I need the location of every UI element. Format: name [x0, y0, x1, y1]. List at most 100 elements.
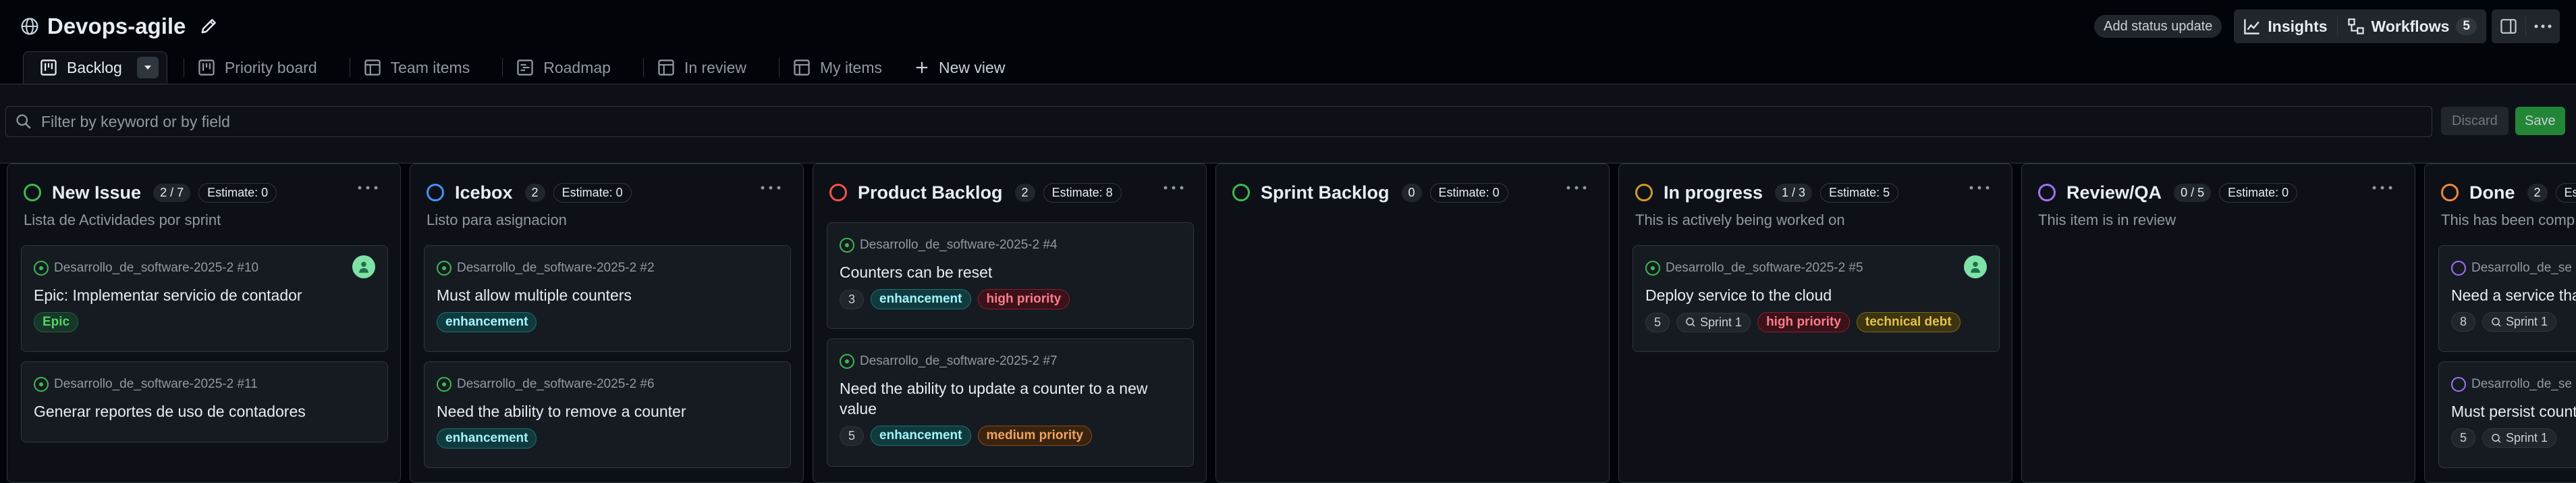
sprint-pill[interactable]: Sprint 1 [2482, 428, 2557, 448]
kebab-horizontal-icon[interactable] [2370, 183, 2394, 193]
column-estimate: Estimate: 0 [198, 182, 277, 203]
card-title[interactable]: Deploy service to the cloud [1645, 285, 1987, 305]
column-name: Review/QA [2066, 182, 2162, 203]
label-enhancement[interactable]: enhancement [871, 289, 971, 309]
card-repo: Desarrollo_de_software-2025-2 #5 [1645, 261, 1987, 276]
save-button[interactable]: Save [2515, 107, 2565, 135]
column-name: New Issue [52, 182, 142, 203]
kebab-horizontal-icon[interactable] [1161, 183, 1186, 193]
add-status-update-button[interactable]: Add status update [2094, 15, 2222, 38]
kebab-horizontal-icon[interactable] [1967, 183, 1992, 193]
label-enhancement[interactable]: enhancement [437, 428, 537, 449]
card-labels: 5 enhancement medium priority [840, 426, 1181, 446]
separator [642, 58, 644, 77]
sprint-pill[interactable]: Sprint 1 [1676, 312, 1751, 332]
avatar[interactable] [352, 255, 375, 278]
insights-workflows-group: Insights Workflows 5 [2234, 9, 2486, 43]
more-options-button[interactable] [2526, 9, 2560, 43]
column-header: Sprint Backlog 0 Estimate: 0 [1232, 179, 1508, 206]
new-view-button[interactable]: New view [898, 51, 1021, 84]
status-dot-icon [829, 184, 847, 201]
graph-icon [2244, 19, 2260, 34]
card-title[interactable]: Need a service that [2451, 285, 2576, 305]
kebab-horizontal-icon[interactable] [759, 183, 783, 193]
tab-label: Roadmap [543, 58, 611, 76]
issue-card[interactable]: Desarrollo_de_software-2025-2 #6 Need th… [424, 361, 791, 468]
card-title[interactable]: Need the ability to update a counter to … [840, 378, 1181, 419]
issue-open-icon [34, 377, 49, 392]
sprint-label: Sprint 1 [1700, 315, 1743, 329]
status-dot-icon [1635, 184, 1653, 201]
issue-card[interactable]: Desarrollo_de_software-2025-2 #4 Counter… [827, 222, 1194, 329]
card-repo-text: Desarrollo_de_software-2025-2 #2 [457, 261, 655, 275]
column-count: 0 [1401, 183, 1422, 202]
label-enhancement[interactable]: enhancement [871, 426, 971, 446]
estimate-pill: 8 [2451, 312, 2476, 332]
sprint-label: Sprint 1 [2506, 315, 2548, 328]
issue-card[interactable]: Desarrollo_de_software-2025-2 #10 Epic: … [21, 245, 388, 352]
label-high-priority[interactable]: high priority [1757, 312, 1850, 332]
side-panel-button[interactable] [2492, 9, 2525, 43]
card-title[interactable]: Epic: Implementar servicio de contador [34, 285, 375, 305]
tab-team-items[interactable]: Team items [333, 51, 487, 84]
status-dot-icon [24, 184, 41, 201]
triangle-down-icon [144, 66, 151, 70]
issue-card[interactable]: Desarrollo_de_se Need a service that 8 S… [2438, 245, 2576, 352]
card-repo-text: Desarrollo_de_software-2025-2 #4 [860, 238, 1058, 252]
tab-priority-board[interactable]: Priority board [167, 51, 333, 84]
issue-card[interactable]: Desarrollo_de_software-2025-2 #11 Genera… [21, 361, 388, 442]
label-epic[interactable]: Epic [34, 312, 79, 332]
workflows-button[interactable]: Workflows 5 [2338, 9, 2486, 43]
column-count: 0 / 5 [2174, 183, 2212, 202]
card-title[interactable]: Need the ability to remove a counter [437, 401, 778, 422]
label-enhancement[interactable]: enhancement [437, 312, 537, 332]
issue-card[interactable]: Desarrollo_de_software-2025-2 #5 Deploy … [1633, 245, 2000, 352]
column-review-qa: Review/QA 0 / 5 Estimate: 0 This item is… [2021, 163, 2415, 483]
column-estimate: Estimate: 0 [2219, 182, 2298, 203]
issue-closed-icon [2451, 377, 2466, 392]
column-description: This is actively being worked on [1635, 211, 1845, 228]
column-header: In progress 1 / 3 Estimate: 5 [1635, 179, 1899, 206]
sprint-pill[interactable]: Sprint 1 [2482, 312, 2557, 332]
card-title[interactable]: Generar reportes de uso de contadores [34, 401, 375, 422]
filter-input[interactable] [41, 112, 2336, 131]
iteration-icon [2492, 317, 2501, 327]
status-dot-icon [2038, 184, 2056, 201]
label-high-priority[interactable]: high priority [977, 289, 1070, 309]
tab-label: My items [819, 58, 882, 76]
column-estimate: Estimate: 8 [1043, 182, 1122, 203]
board-icon [40, 59, 57, 76]
card-title[interactable]: Must allow multiple counters [437, 285, 778, 305]
column-sprint-backlog: Sprint Backlog 0 Estimate: 0 [1215, 163, 1610, 483]
issue-card[interactable]: Desarrollo_de_software-2025-2 #7 Need th… [827, 338, 1194, 467]
issue-card[interactable]: Desarrollo_de_software-2025-2 #2 Must al… [424, 245, 791, 352]
estimate-pill: 5 [1645, 312, 1670, 332]
kebab-horizontal-icon[interactable] [356, 183, 380, 193]
kebab-horizontal-icon[interactable] [1564, 183, 1589, 193]
tab-my-items[interactable]: My items [763, 51, 898, 84]
label-technical-debt[interactable]: technical debt [1856, 312, 1961, 332]
discard-button[interactable]: Discard [2441, 107, 2509, 135]
label-medium-priority[interactable]: medium priority [977, 426, 1093, 446]
insights-button[interactable]: Insights [2234, 9, 2336, 43]
status-dot-icon [1232, 184, 1250, 201]
tab-backlog[interactable]: Backlog [23, 51, 167, 84]
roadmap-icon [517, 59, 533, 76]
column-count: 1 / 3 [1775, 183, 1813, 202]
column-count: 2 / 7 [153, 183, 191, 202]
issue-card[interactable]: Desarrollo_de_se Must persist count 5 Sp… [2438, 361, 2576, 468]
tab-label: In review [684, 58, 746, 76]
card-title[interactable]: Must persist count [2451, 401, 2576, 422]
column-icebox: Icebox 2 Estimate: 0 Listo para asignaci… [410, 163, 804, 483]
tab-in-review[interactable]: In review [627, 51, 763, 84]
avatar[interactable] [1964, 255, 1987, 278]
card-labels: enhancement [437, 428, 778, 449]
card-repo: Desarrollo_de_se [2451, 377, 2576, 392]
board-icon [198, 59, 215, 76]
view-options-button[interactable] [136, 57, 159, 78]
tab-roadmap[interactable]: Roadmap [486, 51, 627, 84]
card-title[interactable]: Counters can be reset [840, 262, 1181, 282]
pencil-icon[interactable] [199, 17, 218, 36]
column-estimate: Estimate: 0 [553, 182, 632, 203]
column-description: This has been comp [2441, 211, 2575, 228]
